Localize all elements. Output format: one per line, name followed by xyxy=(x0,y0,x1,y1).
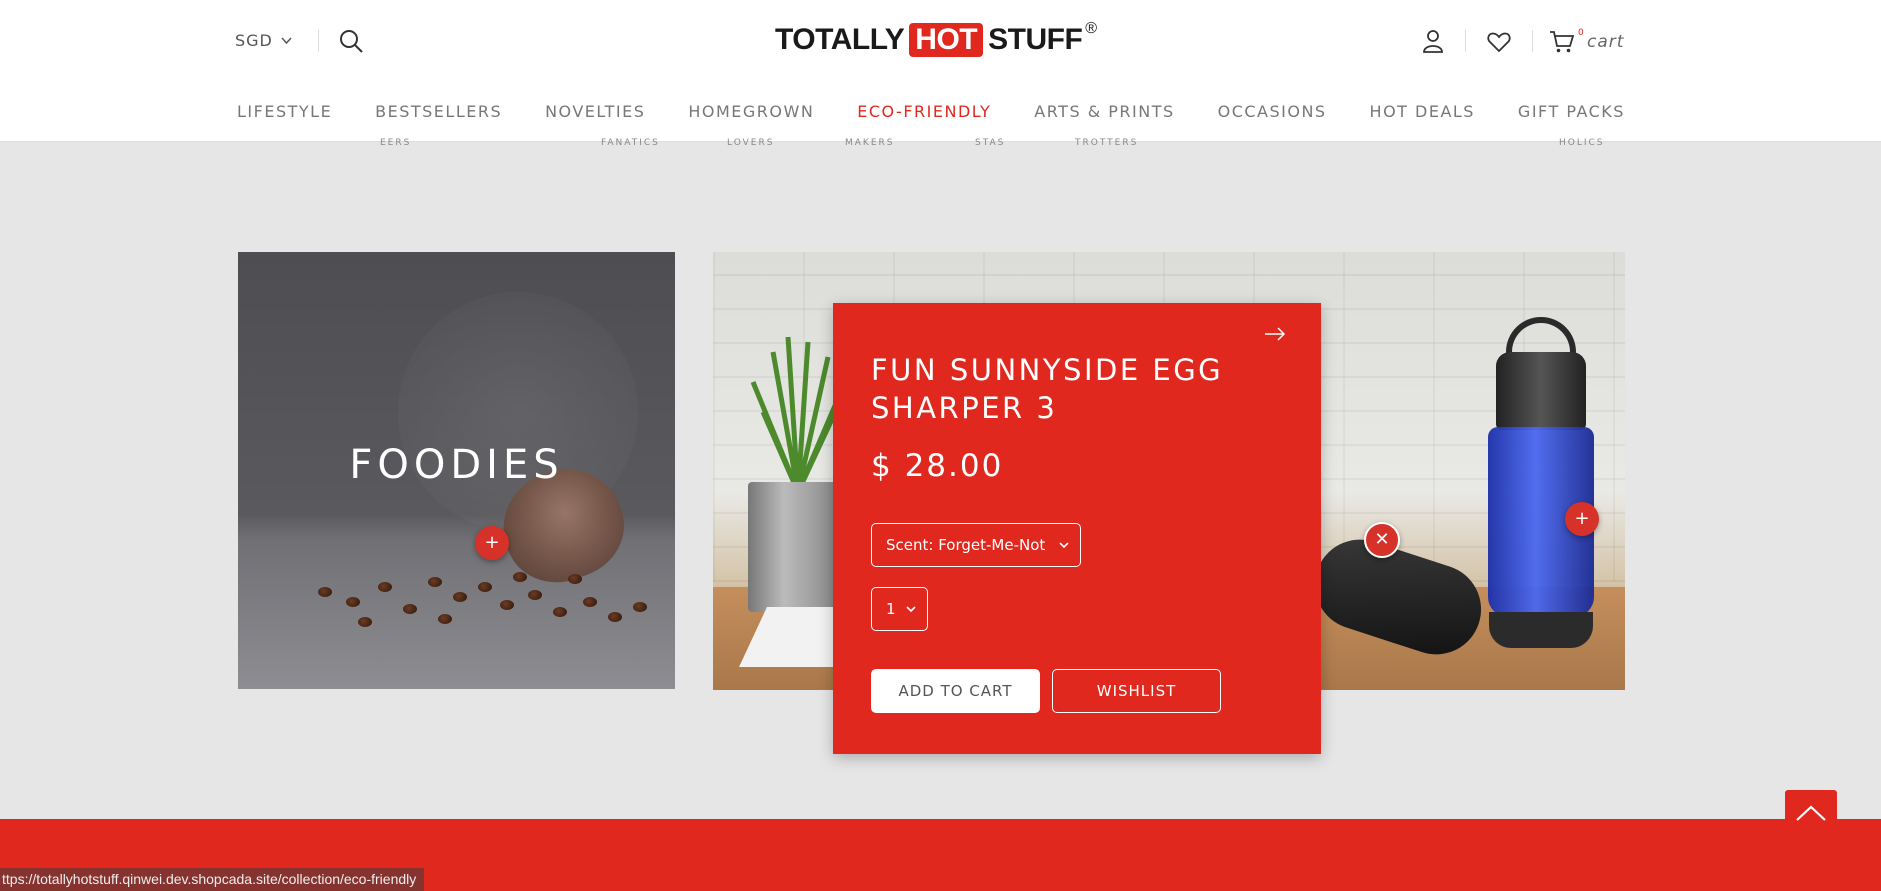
foodies-title: FOODIES xyxy=(349,442,564,488)
logo-stuff: STUFF xyxy=(988,23,1083,56)
main-nav: LIFESTYLE BESTSELLERS NOVELTIES HOMEGROW… xyxy=(237,102,1625,121)
coffee-bean xyxy=(633,602,647,612)
nav-lifestyle[interactable]: LIFESTYLE xyxy=(237,102,332,121)
subnav-item[interactable]: EERS xyxy=(380,138,411,148)
currency-selector[interactable]: SGD xyxy=(235,31,292,50)
nav-arts-prints[interactable]: ARTS & PRINTS xyxy=(1034,102,1174,121)
coffee-bean xyxy=(513,572,527,582)
back-to-top-button[interactable] xyxy=(1785,790,1837,842)
scent-select[interactable]: Scent: Forget-Me-Not xyxy=(871,523,1081,567)
nav-hot-deals[interactable]: HOT DEALS xyxy=(1370,102,1475,121)
coffee-bean xyxy=(608,612,622,622)
header-divider xyxy=(1465,30,1466,52)
coffee-bean xyxy=(478,582,492,592)
coffee-bean xyxy=(428,577,442,587)
chevron-up-icon xyxy=(1796,805,1826,821)
account-icon[interactable] xyxy=(1420,28,1446,54)
subnav-item[interactable]: TROTTERS xyxy=(1075,138,1138,148)
coffee-bean xyxy=(403,604,417,614)
cart-count-badge: 0 xyxy=(1578,28,1584,38)
wishlist-heart-icon[interactable] xyxy=(1486,29,1512,55)
header-divider xyxy=(1532,30,1533,52)
coffee-bean xyxy=(438,614,452,624)
coffee-bean xyxy=(583,597,597,607)
bottle-base-image xyxy=(1489,612,1593,648)
product-quickview-popup: FUN SUNNYSIDE EGG SHARPER 3 $ 28.00 Scen… xyxy=(833,303,1321,754)
hotspot-close-button[interactable]: ✕ xyxy=(1364,522,1400,558)
hotspot-plus-button[interactable]: + xyxy=(475,526,509,560)
quantity-select[interactable]: 1 xyxy=(871,587,928,631)
subnav-item[interactable]: STAS xyxy=(975,138,1005,148)
site-header: SGD TOTALLY HOT STUFF ® 0 cart LIFESTYLE… xyxy=(0,0,1881,142)
nav-gift-packs[interactable]: GIFT PACKS xyxy=(1518,102,1625,121)
nav-homegrown[interactable]: HOMEGROWN xyxy=(688,102,814,121)
bottle-cap-image xyxy=(1496,352,1586,430)
logo-hot: HOT xyxy=(909,23,984,57)
coffee-bean xyxy=(528,590,542,600)
header-divider xyxy=(318,30,319,52)
chevron-down-icon xyxy=(281,36,292,44)
coffee-bean xyxy=(346,597,360,607)
chevron-down-icon xyxy=(906,606,916,613)
foodies-category-card[interactable]: FOODIES + xyxy=(238,252,675,689)
coffee-bean xyxy=(358,617,372,627)
subnav-item[interactable]: FANATICS xyxy=(601,138,660,148)
wishlist-button[interactable]: WISHLIST xyxy=(1052,669,1221,713)
site-logo[interactable]: TOTALLY HOT STUFF ® xyxy=(775,20,1097,58)
product-price: $ 28.00 xyxy=(871,448,1004,484)
subnav-item[interactable]: LOVERS xyxy=(727,138,774,148)
cart-icon[interactable] xyxy=(1549,29,1575,55)
nav-novelties[interactable]: NOVELTIES xyxy=(545,102,645,121)
plant-pot-image xyxy=(748,482,838,612)
coffee-bean xyxy=(453,592,467,602)
search-icon[interactable] xyxy=(338,28,364,54)
hotspot-plus-button[interactable]: + xyxy=(1565,502,1599,536)
chevron-down-icon xyxy=(1059,542,1069,549)
coffee-bean xyxy=(378,582,392,592)
subnav-item[interactable]: MAKERS xyxy=(845,138,894,148)
nav-eco-friendly[interactable]: ECO-FRIENDLY xyxy=(857,102,991,121)
subnav-item[interactable]: HOLICS xyxy=(1559,138,1605,148)
add-to-cart-button[interactable]: ADD TO CART xyxy=(871,669,1040,713)
nav-occasions[interactable]: OCCASIONS xyxy=(1218,102,1327,121)
browser-status-url: ttps://totallyhotstuff.qinwei.dev.shopca… xyxy=(0,868,425,891)
coffee-bean xyxy=(318,587,332,597)
quantity-value: 1 xyxy=(886,600,896,618)
coffee-bean xyxy=(553,607,567,617)
category-subnav: EERS FANATICS LOVERS MAKERS STAS TROTTER… xyxy=(0,138,1881,152)
cart-link[interactable]: cart xyxy=(1587,32,1624,52)
logo-totally: TOTALLY xyxy=(775,23,905,56)
coffee-bean xyxy=(500,600,514,610)
nav-bestsellers[interactable]: BESTSELLERS xyxy=(375,102,502,121)
product-title[interactable]: FUN SUNNYSIDE EGG SHARPER 3 xyxy=(871,351,1291,427)
scent-value: Scent: Forget-Me-Not xyxy=(886,536,1046,554)
currency-label: SGD xyxy=(235,31,273,50)
coffee-bean xyxy=(568,574,582,584)
arrow-right-icon[interactable] xyxy=(1263,325,1287,343)
logo-registered: ® xyxy=(1085,20,1097,37)
